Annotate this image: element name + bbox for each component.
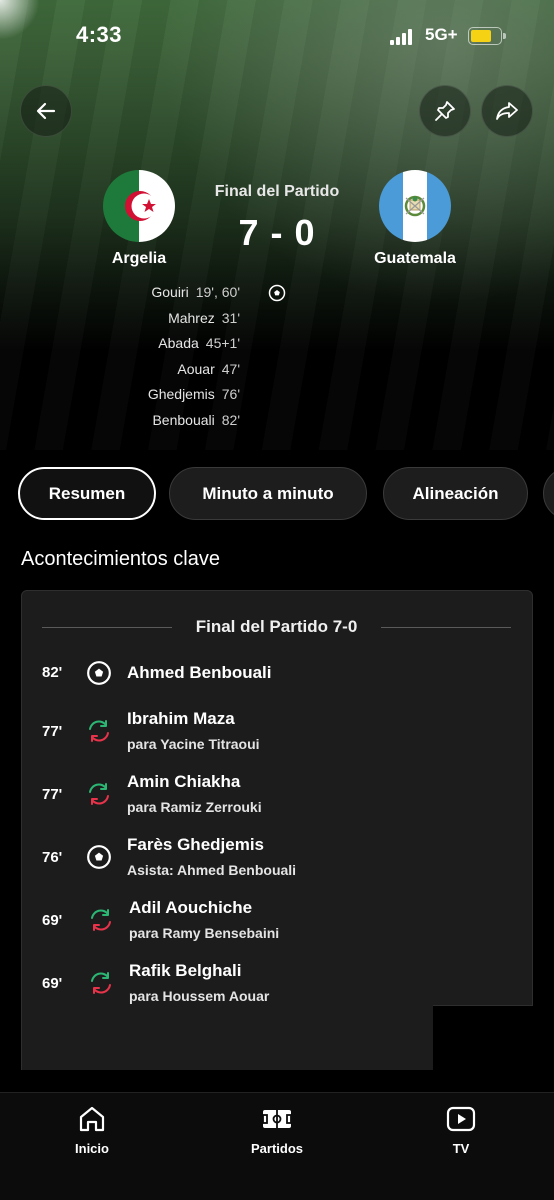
pin-icon [435, 101, 455, 121]
match-score: 7 - 0 [238, 212, 316, 253]
event-minute: 77' [42, 723, 63, 740]
algeria-flag-icon[interactable] [103, 170, 175, 242]
event-detail: para Ramy Bensebaini [129, 925, 280, 941]
event-player: Ahmed Benbouali [127, 663, 272, 682]
scorer-name: Gouiri [151, 284, 189, 300]
arrow-left-icon [36, 102, 56, 120]
event-player: Ibrahim Maza [127, 709, 235, 728]
scorer-name: Mahrez [168, 309, 215, 326]
scorer-row: Abada 45+1' [60, 335, 240, 361]
card-header-title: Final del Partido 7-0 [195, 617, 358, 636]
substitution-icon [91, 972, 111, 994]
home-icon [79, 1106, 105, 1132]
network-type: 5G+ [425, 25, 458, 44]
share-icon [496, 102, 518, 120]
status-time: 4:33 [76, 22, 123, 47]
signal-icon [390, 29, 414, 45]
event-minute: 77' [42, 786, 63, 803]
bottom-navigation: Inicio Partidos TV [0, 1092, 554, 1200]
scorer-row: Ghedjemis 76' [60, 386, 240, 412]
tv-play-icon [446, 1106, 476, 1132]
card-header: Final del Partido 7-0 [42, 616, 512, 638]
nav-label: TV [452, 1141, 470, 1156]
guatemala-flag-icon[interactable] [379, 170, 451, 242]
scorer-minutes: 47' [221, 360, 240, 377]
event-detail: para Ramiz Zerrouki [127, 799, 262, 815]
substitution-icon [91, 909, 111, 931]
event-player: Amin Chiakha [127, 772, 241, 791]
nav-label: Inicio [75, 1141, 109, 1156]
scorer-row: Gouiri 19', 60' [60, 284, 240, 310]
event-minute: 82' [42, 664, 63, 681]
event-detail: Asista: Ahmed Benbouali [127, 862, 297, 878]
nav-item-partidos[interactable]: Partidos [222, 1103, 332, 1156]
battery-icon [468, 27, 506, 45]
event-player: Rafik Belghali [129, 961, 242, 980]
nav-label: Partidos [250, 1141, 303, 1156]
soccer-ball-icon [268, 284, 286, 302]
share-button[interactable] [481, 85, 533, 137]
divider [42, 626, 172, 628]
tab-alineacion[interactable]: Alineación [383, 467, 528, 520]
event-row[interactable]: 82' Ahmed Benbouali [21, 660, 533, 710]
event-row[interactable]: 69' Adil Aouchiche para Ramy Bensebaini [21, 898, 533, 948]
status-bar: 4:33 5G+ [0, 22, 554, 54]
scorer-minutes: 19', 60' [195, 284, 240, 300]
event-row[interactable]: 69' Rafik Belghali para Houssem Aouar [21, 961, 533, 1011]
scorer-row: Benbouali 82' [60, 412, 240, 438]
scorer-minutes: 76' [221, 386, 240, 402]
scorer-minutes: 82' [221, 411, 240, 428]
scorer-row: Mahrez 31' [60, 310, 240, 336]
tab-resumen[interactable]: Resumen [18, 467, 156, 520]
back-button[interactable] [20, 85, 72, 137]
match-tabs: Resumen Minuto a minuto Alineación [18, 467, 554, 520]
nav-item-inicio[interactable]: Inicio [37, 1103, 147, 1156]
event-minute: 76' [42, 849, 63, 866]
event-detail: para Yacine Titraoui [127, 736, 260, 752]
scorer-minutes: 31' [221, 309, 240, 326]
home-scorers-list: Gouiri 19', 60' Mahrez 31' Abada 45+1' Aoua… [60, 284, 240, 437]
substitution-icon [89, 783, 109, 805]
event-detail: para Houssem Aouar [129, 988, 270, 1004]
key-events-card: Final del Partido 7-0 82' Ahmed Benboual… [21, 590, 533, 1070]
scorer-name: Benbouali [152, 411, 215, 428]
event-row[interactable]: 76' Farès Ghedjemis Asista: Ahmed Benbou… [21, 835, 533, 885]
pin-button[interactable] [419, 85, 471, 137]
tab-minuto-a-minuto[interactable]: Minuto a minuto [169, 467, 367, 520]
event-row[interactable]: 77' Ibrahim Maza para Yacine Titraoui [21, 709, 533, 759]
soccer-ball-icon [87, 845, 111, 869]
nav-item-tv[interactable]: TV [406, 1103, 516, 1156]
scorer-name: Abada [158, 335, 199, 351]
scorer-name: Aouar [177, 360, 215, 377]
event-minute: 69' [42, 975, 63, 992]
scorer-row: Aouar 47' [60, 361, 240, 387]
tab-overflow[interactable] [543, 467, 554, 520]
pitch-icon [262, 1110, 292, 1128]
divider [381, 626, 512, 628]
event-player: Farès Ghedjemis [127, 835, 265, 854]
section-title: Acontecimientos clave [21, 548, 220, 570]
event-row[interactable]: 77' Amin Chiakha para Ramiz Zerrouki [21, 772, 533, 822]
substitution-icon [89, 720, 109, 742]
scorer-name: Ghedjemis [147, 386, 215, 402]
scorer-minutes: 45+1' [205, 335, 240, 351]
event-player: Adil Aouchiche [129, 898, 253, 917]
event-minute: 69' [42, 912, 63, 929]
match-status: Final del Partido [214, 183, 340, 200]
soccer-ball-icon [87, 661, 111, 685]
